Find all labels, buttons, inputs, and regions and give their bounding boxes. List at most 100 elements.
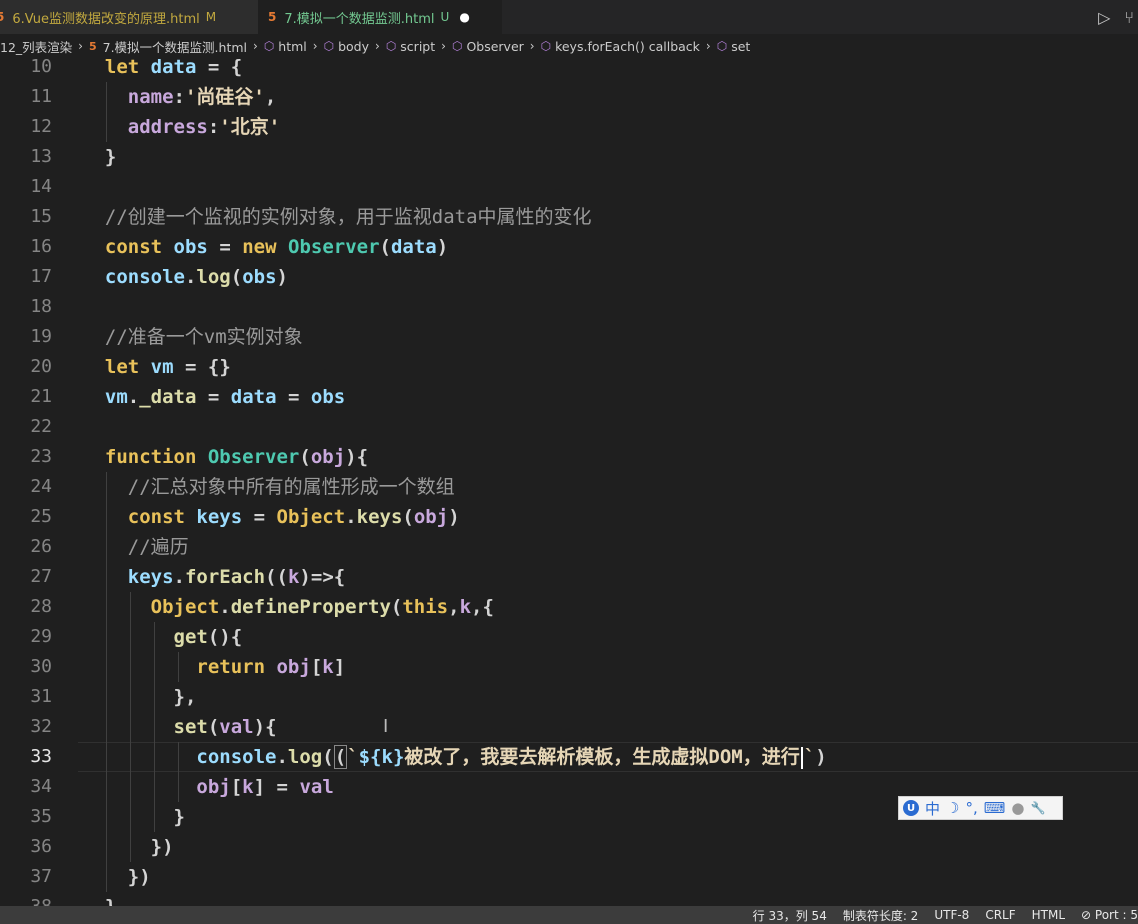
breadcrumb-observer[interactable]: ⬡ Observer bbox=[452, 39, 524, 54]
code-text[interactable]: console.log((`${k}被改了，我要去解析模板，生成虚拟DOM，进行… bbox=[82, 742, 827, 772]
code-text[interactable]: } bbox=[82, 802, 185, 832]
live-server-port[interactable]: ⊘ Port : 5 bbox=[1081, 908, 1138, 922]
tab-simulate-monitor[interactable]: 5 7.模拟一个数据监测.html U ● bbox=[258, 0, 502, 34]
code-text[interactable]: }) bbox=[82, 862, 151, 892]
code-line[interactable]: 29 get(){ bbox=[0, 622, 1138, 652]
breadcrumb-foreach[interactable]: ⬡ keys.forEach() callback bbox=[541, 39, 700, 54]
code-text[interactable]: function Observer(obj){ bbox=[82, 442, 368, 472]
code-line[interactable]: 21 vm._data = data = obs bbox=[0, 382, 1138, 412]
code-editor[interactable]: 10 let data = {11 name:'尚硅谷', 12 address:… bbox=[0, 58, 1138, 906]
run-icon[interactable]: ▷ bbox=[1098, 8, 1110, 27]
code-text[interactable]: } bbox=[82, 142, 116, 172]
language-mode[interactable]: HTML bbox=[1032, 908, 1065, 922]
code-text[interactable]: keys.forEach((k)=>{ bbox=[82, 562, 345, 592]
code-text[interactable]: obj[k] = val bbox=[82, 772, 333, 802]
breadcrumb-body[interactable]: ⬡ body bbox=[324, 39, 369, 54]
ime-mode-toggle[interactable]: 中 bbox=[925, 798, 940, 819]
code-line[interactable]: 22 bbox=[0, 412, 1138, 442]
code-line[interactable]: 11 name:'尚硅谷', bbox=[0, 82, 1138, 112]
wrench-icon[interactable]: 🔧 bbox=[1031, 801, 1046, 815]
code-text[interactable]: //汇总对象中所有的属性形成一个数组 bbox=[82, 472, 455, 502]
line-number[interactable]: 33 bbox=[0, 742, 52, 772]
code-text[interactable]: vm._data = data = obs bbox=[82, 382, 345, 412]
line-number[interactable]: 20 bbox=[0, 352, 52, 382]
line-number[interactable]: 35 bbox=[0, 802, 52, 832]
line-number[interactable]: 11 bbox=[0, 82, 52, 112]
cursor-position[interactable]: 行 33，列 54 bbox=[753, 907, 827, 924]
code-text[interactable]: address:'北京' bbox=[82, 112, 280, 142]
code-text[interactable]: } bbox=[82, 892, 116, 906]
line-number[interactable]: 16 bbox=[0, 232, 52, 262]
code-line[interactable]: 25 const keys = Object.keys(obj) bbox=[0, 502, 1138, 532]
line-number[interactable]: 31 bbox=[0, 682, 52, 712]
code-line[interactable]: 19 //准备一个vm实例对象 bbox=[0, 322, 1138, 352]
line-number[interactable]: 21 bbox=[0, 382, 52, 412]
code-text[interactable]: let vm = {} bbox=[82, 352, 231, 382]
code-text[interactable]: get(){ bbox=[82, 622, 243, 652]
line-number[interactable]: 27 bbox=[0, 562, 52, 592]
line-number[interactable]: 22 bbox=[0, 412, 52, 442]
code-text[interactable]: }) bbox=[82, 832, 174, 862]
line-number[interactable]: 26 bbox=[0, 532, 52, 562]
code-text[interactable]: }, bbox=[82, 682, 197, 712]
moon-icon[interactable]: ☽ bbox=[946, 799, 959, 817]
code-line[interactable]: 37 }) bbox=[0, 862, 1138, 892]
line-number[interactable]: 23 bbox=[0, 442, 52, 472]
code-text[interactable]: return obj[k] bbox=[82, 652, 345, 682]
code-line[interactable]: 31 }, bbox=[0, 682, 1138, 712]
code-line[interactable]: 24 //汇总对象中所有的属性形成一个数组 bbox=[0, 472, 1138, 502]
code-text[interactable]: Object.defineProperty(this,k,{ bbox=[82, 592, 494, 622]
code-line[interactable]: 33 console.log((`${k}被改了，我要去解析模板，生成虚拟DOM… bbox=[0, 742, 1138, 772]
line-number[interactable]: 37 bbox=[0, 862, 52, 892]
code-line[interactable]: 14 bbox=[0, 172, 1138, 202]
line-number[interactable]: 12 bbox=[0, 112, 52, 142]
code-line[interactable]: 17 console.log(obs) bbox=[0, 262, 1138, 292]
code-line[interactable]: 26 //遍历 bbox=[0, 532, 1138, 562]
line-number[interactable]: 14 bbox=[0, 172, 52, 202]
code-line[interactable]: 23 function Observer(obj){ bbox=[0, 442, 1138, 472]
breadcrumb-html[interactable]: ⬡ html bbox=[264, 39, 307, 54]
line-number[interactable]: 30 bbox=[0, 652, 52, 682]
code-line[interactable]: 27 keys.forEach((k)=>{ bbox=[0, 562, 1138, 592]
line-number[interactable]: 25 bbox=[0, 502, 52, 532]
tab-size[interactable]: 制表符长度: 2 bbox=[843, 907, 919, 924]
ime-toolbar[interactable]: U 中 ☽ °, ⌨ ● 🔧 bbox=[898, 796, 1063, 820]
ime-logo-icon[interactable]: U bbox=[903, 800, 919, 816]
breadcrumb-set[interactable]: ⬡ set bbox=[717, 39, 751, 54]
line-number[interactable]: 19 bbox=[0, 322, 52, 352]
code-line[interactable]: 32 set(val){ bbox=[0, 712, 1138, 742]
code-line[interactable]: 15 //创建一个监视的实例对象，用于监视data中属性的变化 bbox=[0, 202, 1138, 232]
line-number[interactable]: 24 bbox=[0, 472, 52, 502]
code-text[interactable]: const keys = Object.keys(obj) bbox=[82, 502, 460, 532]
line-number[interactable]: 36 bbox=[0, 832, 52, 862]
code-line[interactable]: 12 address:'北京' bbox=[0, 112, 1138, 142]
code-text[interactable]: name:'尚硅谷', bbox=[82, 82, 277, 112]
code-text[interactable]: console.log(obs) bbox=[82, 262, 288, 292]
code-line[interactable]: 13 } bbox=[0, 142, 1138, 172]
unsaved-dot-icon[interactable]: ● bbox=[459, 10, 469, 24]
encoding[interactable]: UTF-8 bbox=[934, 908, 969, 922]
code-line[interactable]: 30 return obj[k] bbox=[0, 652, 1138, 682]
code-text[interactable]: //遍历 bbox=[82, 532, 189, 562]
code-text[interactable]: let data = { bbox=[82, 58, 242, 82]
code-line[interactable]: 20 let vm = {} bbox=[0, 352, 1138, 382]
code-text[interactable]: //创建一个监视的实例对象，用于监视data中属性的变化 bbox=[82, 202, 592, 232]
code-line[interactable]: 18 bbox=[0, 292, 1138, 322]
line-number[interactable]: 18 bbox=[0, 292, 52, 322]
code-text[interactable]: //准备一个vm实例对象 bbox=[82, 322, 303, 352]
line-ending[interactable]: CRLF bbox=[985, 908, 1015, 922]
line-number[interactable]: 10 bbox=[0, 58, 52, 82]
line-number[interactable]: 29 bbox=[0, 622, 52, 652]
code-text[interactable]: set(val){ bbox=[82, 712, 277, 742]
line-number[interactable]: 32 bbox=[0, 712, 52, 742]
user-icon[interactable]: ● bbox=[1011, 799, 1024, 817]
keyboard-icon[interactable]: ⌨ bbox=[984, 799, 1006, 817]
code-text[interactable]: const obs = new Observer(data) bbox=[82, 232, 448, 262]
line-number[interactable]: 15 bbox=[0, 202, 52, 232]
breadcrumb-script[interactable]: ⬡ script bbox=[386, 39, 435, 54]
line-number[interactable]: 34 bbox=[0, 772, 52, 802]
source-control-icon[interactable]: ⑂ bbox=[1124, 8, 1134, 27]
code-line[interactable]: 38 } bbox=[0, 892, 1138, 906]
code-line[interactable]: 16 const obs = new Observer(data) bbox=[0, 232, 1138, 262]
tab-vue-principle[interactable]: 5 6.Vue监测数据改变的原理.html M bbox=[0, 0, 258, 34]
